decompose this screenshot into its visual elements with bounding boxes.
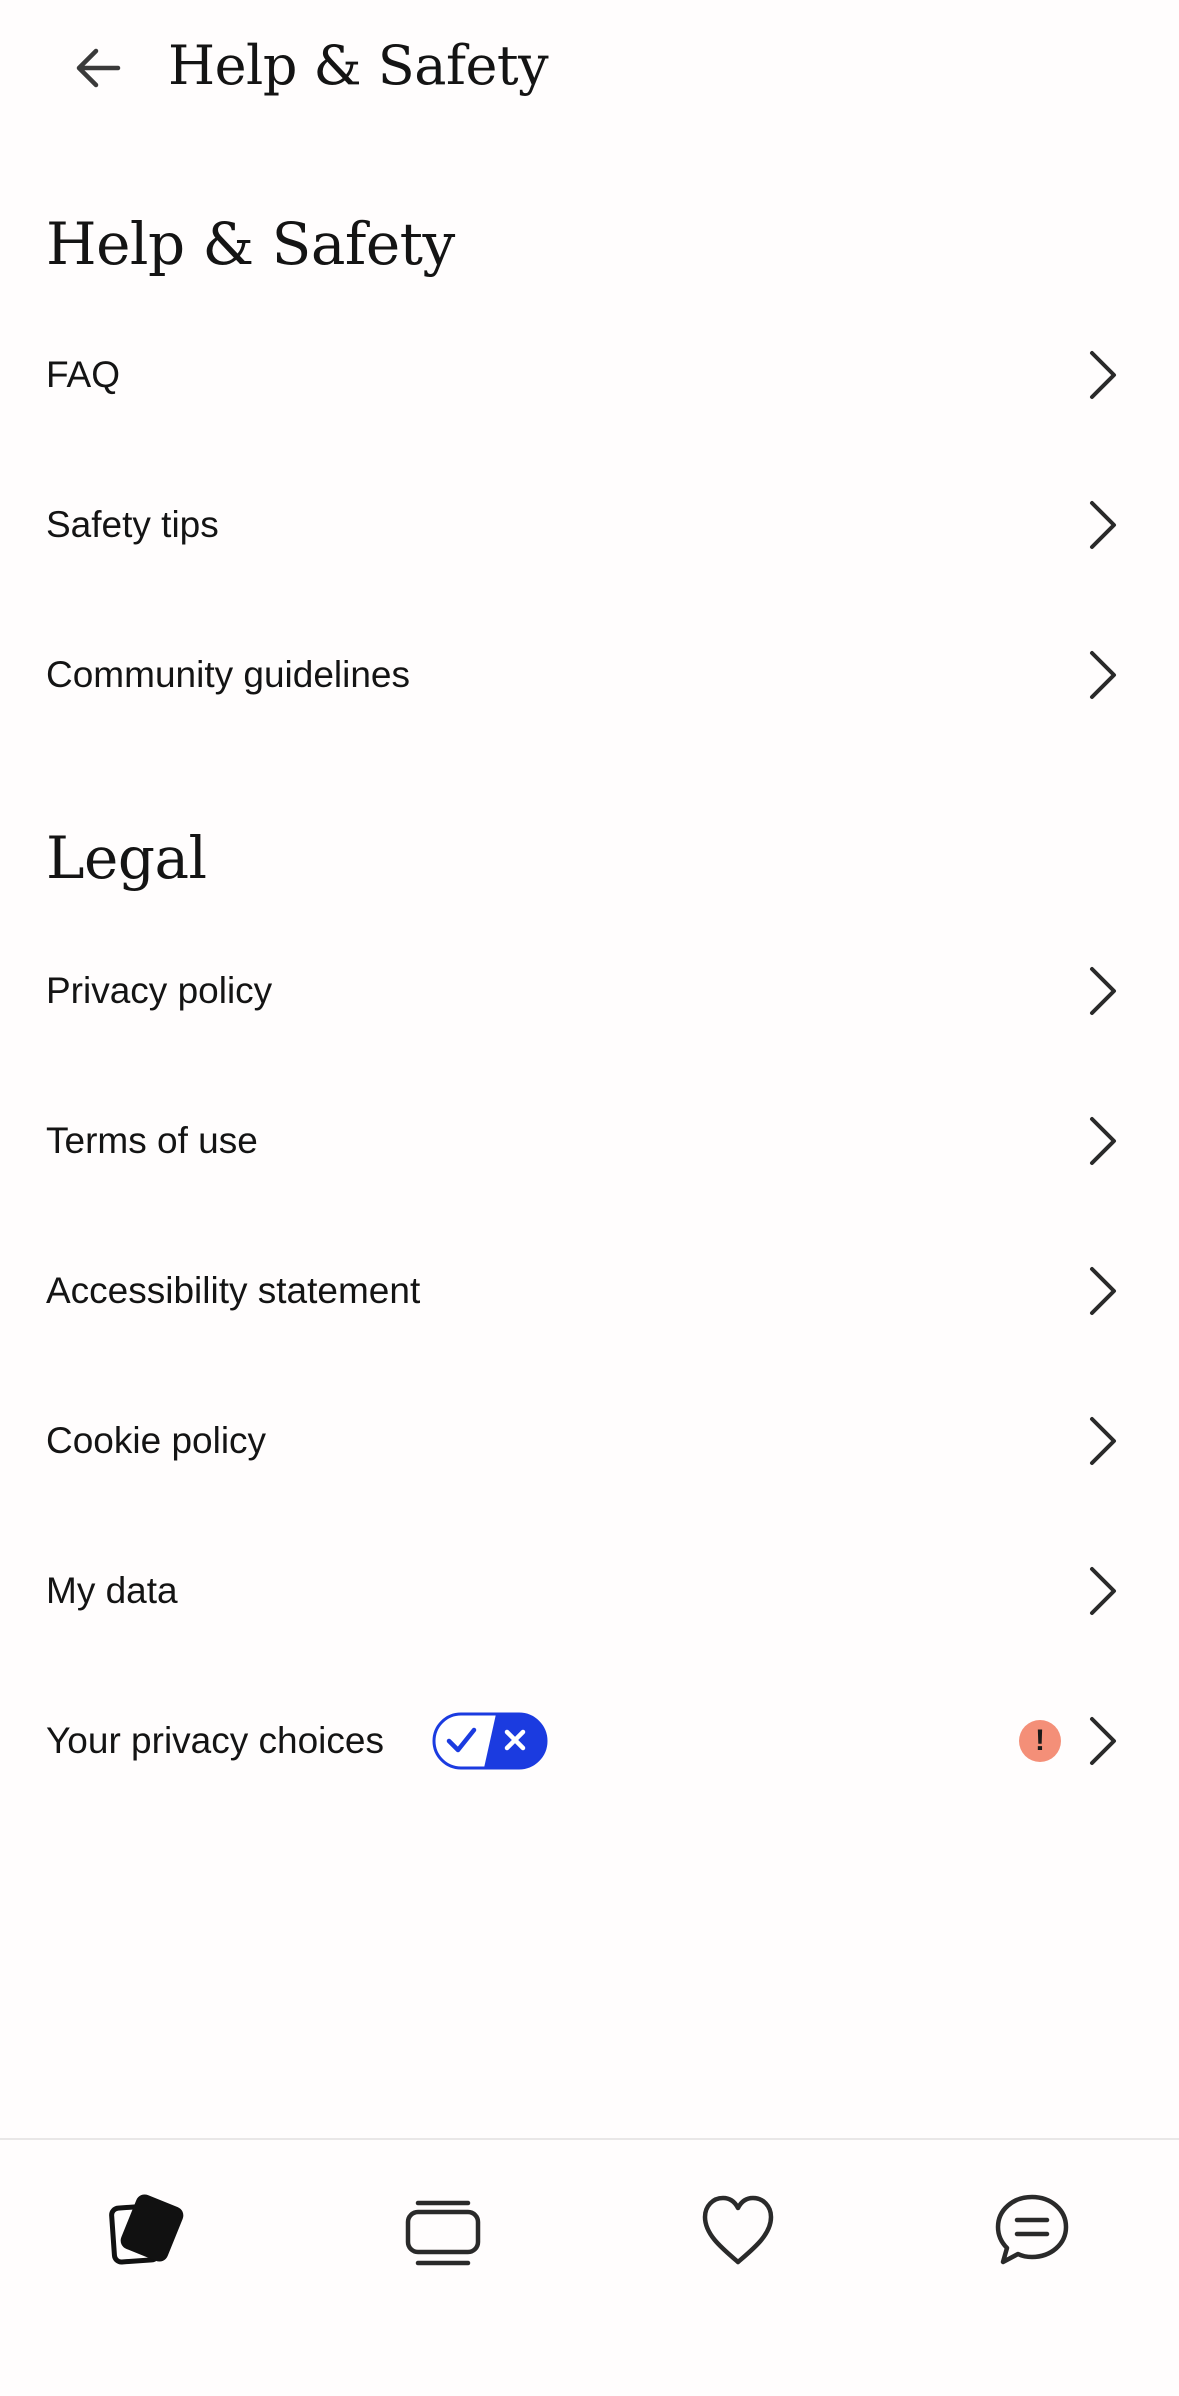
nav-messages[interactable]	[972, 2170, 1092, 2290]
app-bar: Help & Safety	[0, 0, 1179, 136]
section-heading-legal: Legal	[46, 824, 207, 892]
alert-badge: !	[1019, 1720, 1061, 1762]
row-my-data[interactable]: My data	[0, 1516, 1179, 1666]
nav-standouts[interactable]	[383, 2170, 503, 2290]
row-label: Privacy policy	[46, 970, 273, 1011]
privacy-choices-toggle-icon	[432, 1712, 548, 1770]
cards-icon	[109, 2194, 184, 2265]
back-button[interactable]	[54, 24, 142, 112]
chevron-right-icon	[1090, 1267, 1116, 1315]
row-community-guidelines[interactable]: Community guidelines	[0, 600, 1179, 750]
row-your-privacy-choices[interactable]: Your privacy choices !	[0, 1666, 1179, 1816]
chevron-right-icon	[1090, 651, 1116, 699]
heart-icon	[702, 2195, 774, 2265]
row-label: Safety tips	[46, 504, 219, 545]
row-terms-of-use[interactable]: Terms of use	[0, 1066, 1179, 1216]
nav-discover[interactable]	[84, 2170, 204, 2290]
row-label: Accessibility statement	[46, 1270, 421, 1311]
row-cookie-policy[interactable]: Cookie policy	[0, 1366, 1179, 1516]
row-accessibility-statement[interactable]: Accessibility statement	[0, 1216, 1179, 1366]
chevron-right-icon	[1090, 1567, 1116, 1615]
row-label: My data	[46, 1570, 178, 1611]
stack-icon	[405, 2200, 481, 2266]
chevron-right-icon	[1090, 1117, 1116, 1165]
chevron-right-icon	[1090, 1717, 1116, 1765]
row-safety-tips[interactable]: Safety tips	[0, 450, 1179, 600]
row-label: Terms of use	[46, 1120, 258, 1161]
chevron-right-icon	[1090, 501, 1116, 549]
chat-icon	[995, 2194, 1069, 2265]
row-label: Cookie policy	[46, 1420, 267, 1461]
section-heading-help: Help & Safety	[46, 210, 455, 278]
row-faq[interactable]: FAQ	[0, 300, 1179, 450]
bottom-nav	[0, 2140, 1179, 2396]
chevron-right-icon	[1090, 351, 1116, 399]
chevron-right-icon	[1090, 1417, 1116, 1465]
row-privacy-policy[interactable]: Privacy policy	[0, 916, 1179, 1066]
row-label: FAQ	[46, 354, 121, 395]
row-label: Community guidelines	[46, 654, 411, 695]
nav-likes[interactable]	[678, 2170, 798, 2290]
arrow-left-icon	[76, 48, 121, 88]
row-label: Your privacy choices	[46, 1720, 384, 1761]
chevron-right-icon	[1090, 967, 1116, 1015]
app-bar-title: Help & Safety	[168, 34, 549, 97]
